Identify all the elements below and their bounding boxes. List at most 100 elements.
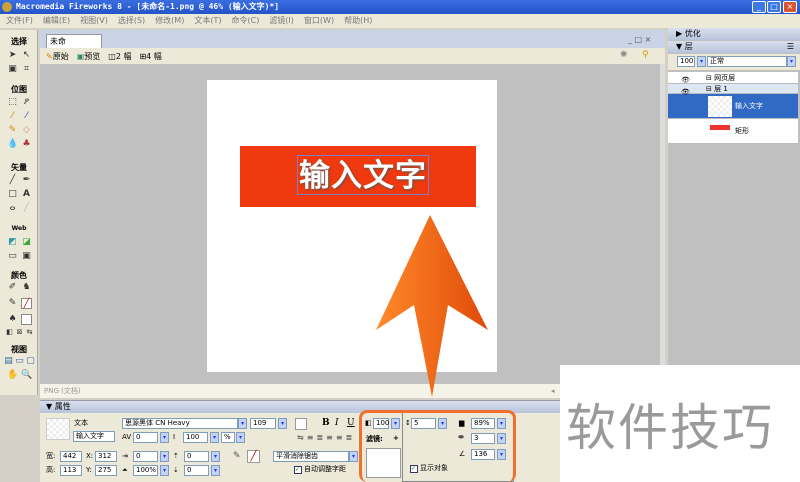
marquee-tool-icon[interactable]: ⬚ [7,97,18,108]
scale-tool-icon[interactable]: ▣ [7,64,18,75]
italic-button[interactable]: I [335,418,339,428]
panel-options-icon[interactable]: ☰ [787,41,794,53]
hand-tool-icon[interactable]: ✋ [7,370,18,381]
pointer-tool-icon[interactable]: ➤ [7,50,18,61]
font-select[interactable]: 思源黑体 CN Heavy [122,418,238,429]
optimize-panel-header[interactable]: ▶ 优化 [668,28,800,40]
brush-tool-icon[interactable]: ⁄ [21,111,32,122]
layer-opacity-dropdown[interactable]: ▾ [697,56,706,67]
view-4up[interactable]: ⊞4 幅 [139,51,161,62]
auto-kern-checkbox[interactable]: ✓ [294,466,302,474]
indent-input[interactable]: 0 [133,451,158,462]
leading-dropdown[interactable]: ▾ [210,432,219,443]
document-tab[interactable]: 未命名-1.png* [46,34,102,59]
freeform-tool-icon[interactable]: ⴰ [7,203,18,214]
menu-view[interactable]: 视图(V) [80,14,108,28]
view-original[interactable]: ✎原始 [46,51,69,62]
menu-select[interactable]: 选择(S) [118,14,145,28]
blend-mode-select[interactable]: 正常 [707,56,787,67]
menu-filters[interactable]: 滤镜(I) [269,14,294,28]
y-input[interactable]: 275 [95,465,117,476]
width-input[interactable]: 442 [60,451,82,462]
text-color-swatch[interactable] [295,418,307,430]
font-dropdown[interactable]: ▾ [238,418,247,429]
view-2up[interactable]: ◫2 幅 [108,51,131,62]
text-object[interactable]: 输入文字 [297,155,429,195]
blend-mode-dropdown[interactable]: ▾ [787,56,796,67]
close-button[interactable]: × [783,1,797,13]
stroke-color-box[interactable]: ╱ [247,450,260,463]
section-vector: 矢量 [11,163,27,172]
subselect-tool-icon[interactable]: ↖ [21,50,32,61]
blur-tool-icon[interactable]: 💧 [7,139,18,150]
fill-color-icon[interactable]: ♠ [7,314,18,325]
layer-opacity-input[interactable]: 100 [677,56,695,67]
object-name-input[interactable]: 输入文字 [73,431,115,442]
eraser-tool-icon[interactable]: ◇ [21,125,32,136]
baseline-input[interactable]: 0 [184,465,209,476]
doc-window-controls[interactable]: _ □ × [628,35,651,44]
leading-unit-select[interactable]: % [221,432,235,443]
underline-button[interactable]: U [347,418,355,428]
paint-bucket-icon[interactable]: ♞ [21,282,32,293]
pen-tool-icon[interactable]: ✒ [21,175,32,186]
kerning-dropdown[interactable]: ▾ [160,432,169,443]
preview-in-browser-icon[interactable]: ⚲ [642,50,649,60]
font-size-dropdown[interactable]: ▾ [278,418,287,429]
crop-tool-icon[interactable]: ⌗ [21,64,32,75]
scale-input[interactable]: 100% [133,465,158,476]
eyedropper-icon[interactable]: ✐ [7,282,18,293]
layer-object-rect[interactable]: 矩形 [668,119,798,144]
antialias-dropdown[interactable]: ▾ [349,451,358,462]
rectangle-tool-icon[interactable]: □ [7,189,18,200]
quick-export-icon[interactable]: ✺ [620,50,628,60]
view-preview[interactable]: ▣预览 [77,51,101,62]
show-slices-icon[interactable]: ▣ [21,251,32,262]
menu-edit[interactable]: 编辑(E) [43,14,70,28]
menu-file[interactable]: 文件(F) [6,14,33,28]
hotspot-tool-icon[interactable]: ◩ [7,237,18,248]
alignment-buttons[interactable]: ⇋≡≣≡≡≣ [297,433,355,442]
kerning-input[interactable]: 0 [133,432,158,443]
stroke-color-icon[interactable]: ✎ [7,298,18,309]
minimize-button[interactable]: _ [752,1,766,13]
leading-input[interactable]: 100 [183,432,208,443]
height-input[interactable]: 113 [60,465,82,476]
baseline-dropdown[interactable]: ▾ [211,465,220,476]
bold-button[interactable]: B [322,418,330,428]
lasso-tool-icon[interactable]: ዖ [21,97,32,108]
space-before-dropdown[interactable]: ▾ [211,451,220,462]
x-input[interactable]: 312 [95,451,117,462]
space-before-input[interactable]: 0 [184,451,209,462]
full-screen-menu-icon[interactable]: ▭ [14,356,25,367]
zoom-tool-icon[interactable]: 🔍 [21,370,32,381]
menu-help[interactable]: 帮助(H) [344,14,372,28]
font-size-input[interactable]: 109 [250,418,276,429]
antialias-select[interactable]: 平滑消除锯齿 [273,451,349,462]
menu-text[interactable]: 文本(T) [194,14,221,28]
fill-color-swatch[interactable] [21,314,32,325]
slice-tool-icon[interactable]: ◪ [21,237,32,248]
eye-icons[interactable]: 👁 👁 [681,74,690,98]
text-tool-icon[interactable]: A [21,189,32,200]
magic-wand-icon[interactable]: ⁄ [7,111,18,122]
scale-dropdown[interactable]: ▾ [160,465,169,476]
indent-dropdown[interactable]: ▾ [160,451,169,462]
maximize-button[interactable]: □ [767,1,781,13]
height-label: 高: [46,466,56,474]
swap-colors-icon[interactable]: ⇆ [24,327,35,338]
knife-tool-icon[interactable]: ╱ [21,203,32,214]
menu-window[interactable]: 窗口(W) [304,14,334,28]
standard-screen-icon[interactable]: ▤ [3,356,14,367]
stroke-color-swatch[interactable]: ╱ [21,298,32,309]
vertical-scrollbar[interactable] [660,64,665,384]
leading-unit-dropdown[interactable]: ▾ [236,432,245,443]
line-tool-icon[interactable]: ╱ [7,175,18,186]
pencil-tool-icon[interactable]: ✎ [7,125,18,136]
full-screen-icon[interactable]: ▢ [25,356,36,367]
menu-modify[interactable]: 修改(M) [155,14,184,28]
hide-slices-icon[interactable]: ▭ [7,251,18,262]
stamp-tool-icon[interactable]: ♣ [21,139,32,150]
layers-panel-header[interactable]: ▼ 层 ☰ [668,41,800,53]
menu-commands[interactable]: 命令(C) [231,14,259,28]
